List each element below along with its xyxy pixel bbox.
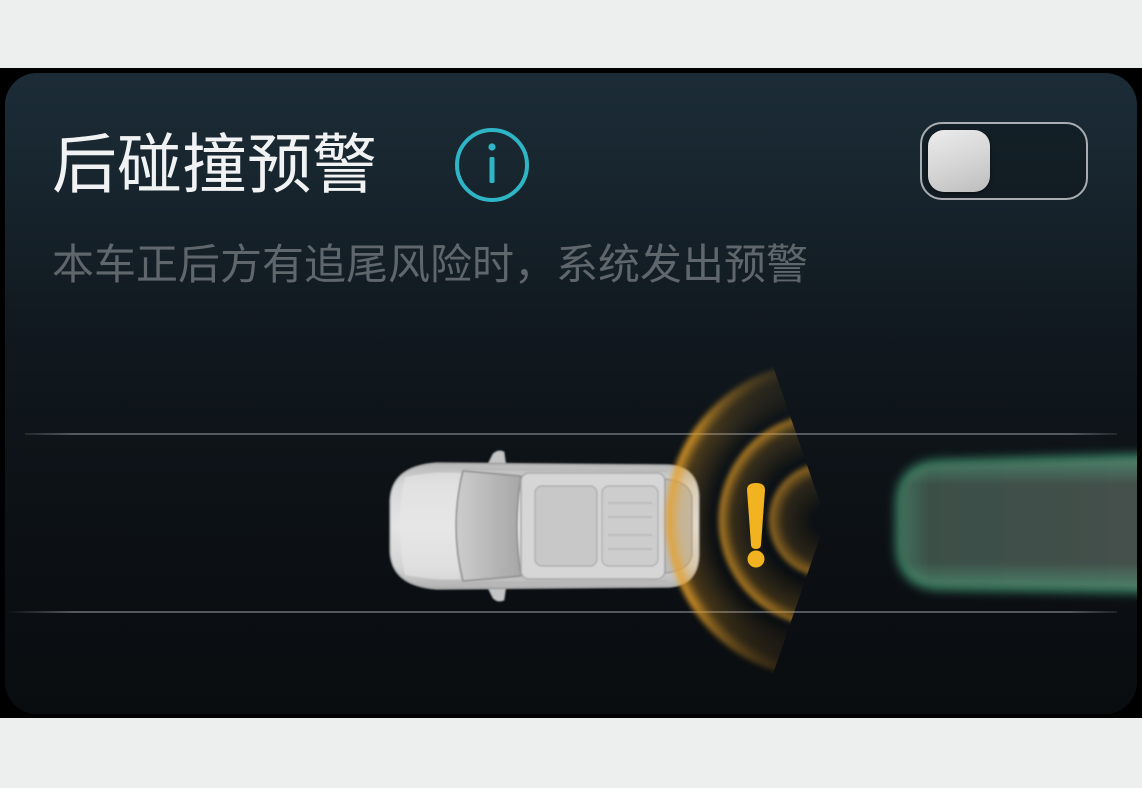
feature-toggle[interactable] [920,122,1088,200]
exclamation-dot [747,550,765,568]
windshield [455,470,522,582]
feature-description: 本车正后方有追尾风险时，系统发出预警 [52,240,809,289]
rear-car-shade [901,459,1137,588]
info-icon-dot [488,143,496,151]
ego-car-icon [389,450,700,602]
car-hood [399,472,461,580]
warning-exclamation-icon [747,483,765,568]
info-icon [455,128,529,202]
rear-car-icon [896,454,1137,593]
sunroof-rear [601,485,659,567]
screen-frame: 后碰撞预警 本车正后方有追尾风险时，系统发出预警 [0,68,1142,718]
feature-title: 后碰撞预警 [52,128,378,203]
info-button[interactable] [454,127,530,203]
info-icon-stem [489,157,495,183]
sunroof-front [534,485,598,567]
toggle-knob [928,130,990,192]
rear-collision-warning-card: 后碰撞预警 本车正后方有追尾风险时，系统发出预警 [5,73,1137,714]
